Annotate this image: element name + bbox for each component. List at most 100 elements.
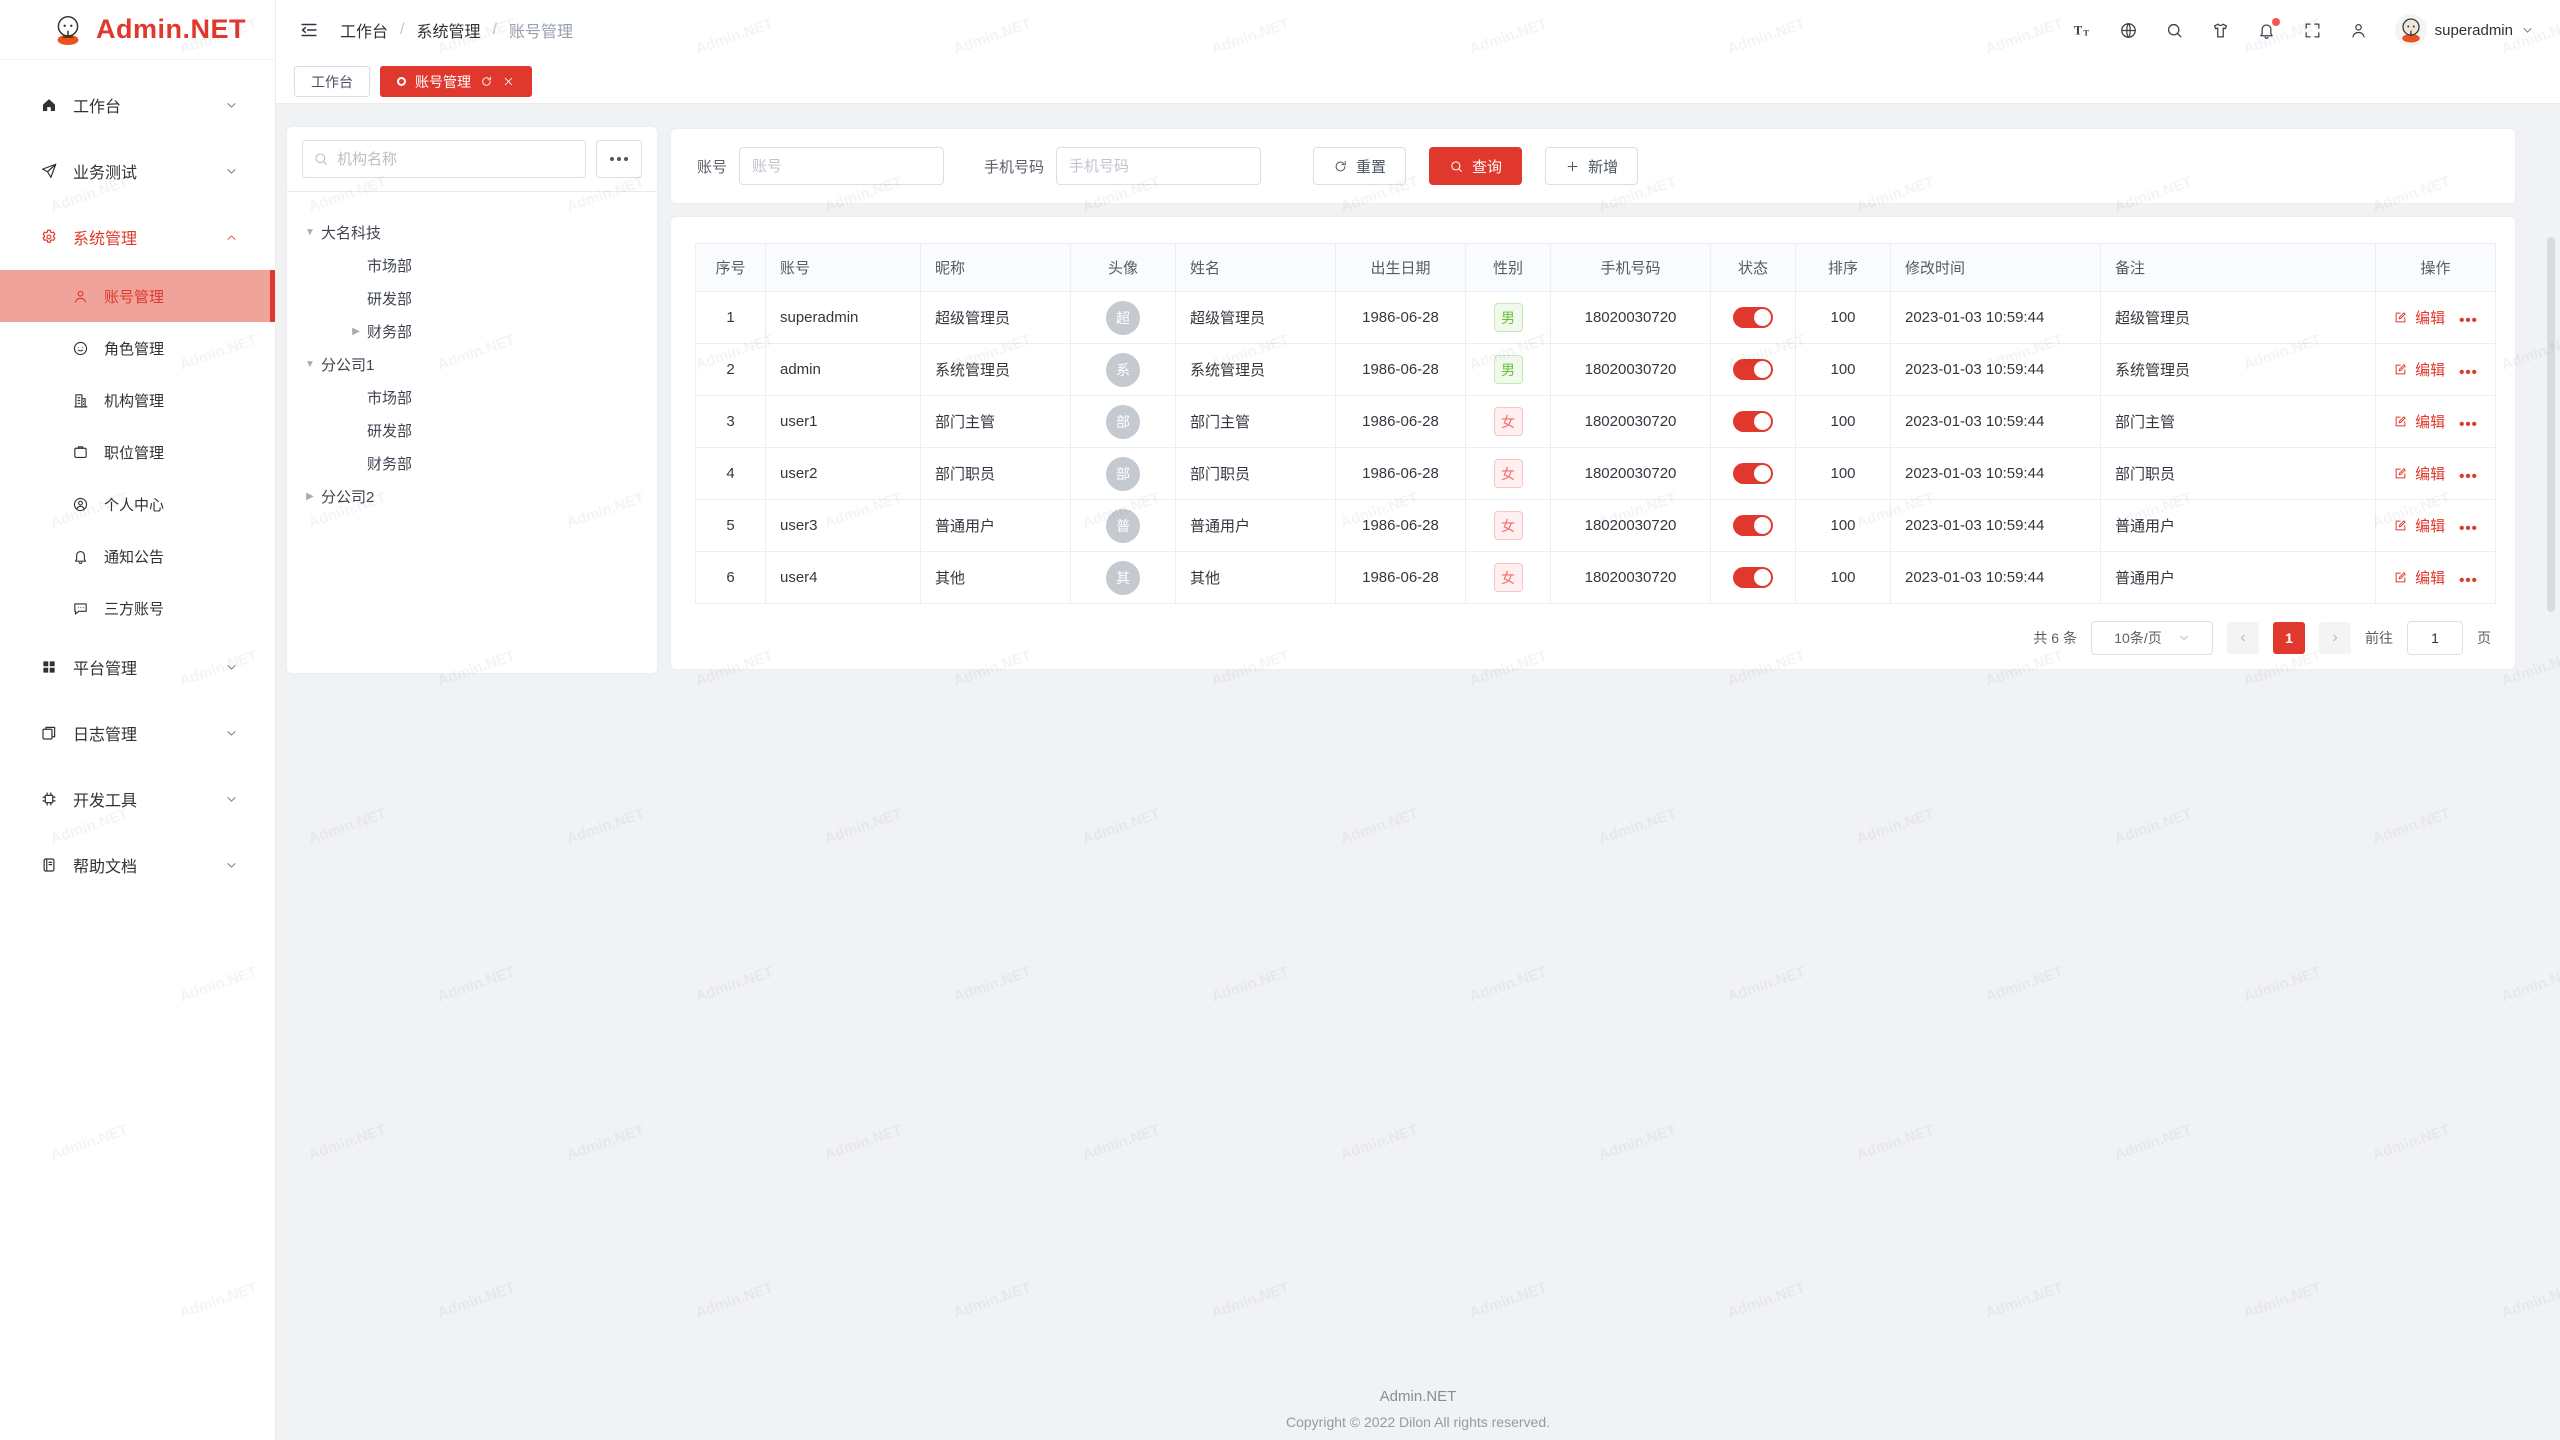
column-header-modified: 修改时间 — [1891, 244, 2101, 292]
cell-phone: 18020030720 — [1551, 292, 1711, 344]
tab-workbench[interactable]: 工作台 — [294, 66, 370, 97]
tree-node-label: 财务部 — [367, 453, 412, 474]
row-more-button[interactable]: ••• — [2459, 312, 2478, 329]
tree-node-5[interactable]: 市场部 — [299, 381, 649, 414]
sidebar-subitem-2-6[interactable]: 三方账号 — [0, 582, 275, 634]
row-more-button[interactable]: ••• — [2459, 416, 2478, 433]
tree-caret-icon[interactable]: ▼ — [299, 227, 321, 238]
sidebar-collapse-button[interactable] — [298, 19, 320, 41]
logo[interactable]: Admin.NET — [0, 0, 275, 60]
sidebar-subitem-2-2[interactable]: 机构管理 — [0, 374, 275, 426]
logo-mascot-icon — [50, 12, 86, 48]
cell-order: 100 — [1796, 552, 1891, 604]
person-icon-button[interactable] — [2349, 21, 2368, 40]
edit-button[interactable]: 编辑 — [2393, 515, 2445, 536]
notification-icon-button[interactable] — [2257, 21, 2276, 40]
user-menu[interactable]: superadmin — [2395, 14, 2534, 46]
sidebar-subitem-2-0[interactable]: 账号管理 — [0, 270, 275, 322]
edit-button[interactable]: 编辑 — [2393, 411, 2445, 432]
table-row: 1superadmin超级管理员超超级管理员1986-06-28男1802003… — [696, 292, 2496, 344]
status-toggle[interactable] — [1733, 307, 1773, 328]
reset-button[interactable]: 重置 — [1313, 147, 1406, 185]
sidebar-item-6[interactable]: 帮助文档 — [0, 832, 275, 898]
row-avatar: 部 — [1106, 405, 1140, 439]
tree-caret-icon[interactable]: ▶ — [299, 491, 321, 502]
row-more-button[interactable]: ••• — [2459, 572, 2478, 589]
scrollbar-thumb[interactable] — [2547, 237, 2555, 612]
footer-app-name: Admin.NET — [276, 1388, 2560, 1405]
language-icon-button[interactable] — [2119, 21, 2138, 40]
page-size-select[interactable]: 10条/页 — [2091, 621, 2213, 655]
footer-copyright: Copyright © 2022 Dilon All rights reserv… — [276, 1414, 2560, 1430]
sidebar-item-2[interactable]: 系统管理 — [0, 204, 275, 270]
font-size-icon-button[interactable]: TT — [2073, 21, 2092, 40]
sidebar-subitem-2-3[interactable]: 职位管理 — [0, 426, 275, 478]
gender-badge: 女 — [1494, 459, 1523, 488]
current-page-button[interactable]: 1 — [2273, 622, 2305, 654]
status-toggle[interactable] — [1733, 463, 1773, 484]
tree-node-label: 财务部 — [367, 321, 412, 342]
search-icon-button[interactable] — [2165, 21, 2184, 40]
theme-icon-button[interactable] — [2211, 21, 2230, 40]
tree-node-0[interactable]: ▼大名科技 — [299, 216, 649, 249]
tree-caret-icon[interactable]: ▶ — [345, 326, 367, 337]
search-button[interactable]: 查询 — [1429, 147, 1522, 185]
column-header-actions: 操作 — [2376, 244, 2496, 292]
filter-bar: 账号 手机号码 重置 查询 新增 — [670, 128, 2516, 204]
account-input[interactable] — [739, 147, 944, 185]
add-button[interactable]: 新增 — [1545, 147, 1638, 185]
tree-more-button[interactable] — [596, 140, 642, 178]
status-toggle[interactable] — [1733, 567, 1773, 588]
org-search-input[interactable] — [337, 151, 575, 168]
tree-caret-icon[interactable]: ▼ — [299, 359, 321, 370]
row-avatar: 部 — [1106, 457, 1140, 491]
prev-page-button[interactable]: ‹ — [2227, 622, 2259, 654]
cell-birthday: 1986-06-28 — [1336, 500, 1466, 552]
sidebar-item-5[interactable]: 开发工具 — [0, 766, 275, 832]
row-more-button[interactable]: ••• — [2459, 520, 2478, 537]
row-more-button[interactable]: ••• — [2459, 468, 2478, 485]
sidebar-item-1[interactable]: 业务测试 — [0, 138, 275, 204]
tree-node-2[interactable]: 研发部 — [299, 282, 649, 315]
edit-button[interactable]: 编辑 — [2393, 463, 2445, 484]
chevron-down-icon — [225, 99, 238, 112]
edit-button[interactable]: 编辑 — [2393, 359, 2445, 380]
tab-account-management[interactable]: 账号管理 — [380, 66, 532, 97]
fullscreen-icon-button[interactable] — [2303, 21, 2322, 40]
row-avatar: 普 — [1106, 509, 1140, 543]
tree-node-1[interactable]: 市场部 — [299, 249, 649, 282]
tab-refresh-icon[interactable] — [480, 75, 493, 88]
sidebar-item-3[interactable]: 平台管理 — [0, 634, 275, 700]
cell-order: 100 — [1796, 344, 1891, 396]
edit-button[interactable]: 编辑 — [2393, 307, 2445, 328]
sidebar-subitem-2-4[interactable]: 个人中心 — [0, 478, 275, 530]
edit-button[interactable]: 编辑 — [2393, 567, 2445, 588]
table-row: 6user4其他其其他1986-06-28女180200307201002023… — [696, 552, 2496, 604]
collapse-icon — [298, 19, 320, 41]
tree-node-7[interactable]: 财务部 — [299, 447, 649, 480]
status-toggle[interactable] — [1733, 515, 1773, 536]
cell-account: admin — [766, 344, 921, 396]
sidebar-item-4[interactable]: 日志管理 — [0, 700, 275, 766]
next-page-button[interactable]: › — [2319, 622, 2351, 654]
status-toggle[interactable] — [1733, 359, 1773, 380]
tree-node-8[interactable]: ▶分公司2 — [299, 480, 649, 513]
tree-node-6[interactable]: 研发部 — [299, 414, 649, 447]
active-tab-dot-icon — [397, 77, 406, 86]
breadcrumb-item-1[interactable]: 系统管理 — [416, 18, 480, 42]
goto-page-input[interactable] — [2407, 621, 2463, 655]
sidebar-subitem-2-5[interactable]: 通知公告 — [0, 530, 275, 582]
status-toggle[interactable] — [1733, 411, 1773, 432]
search-icon — [313, 151, 329, 167]
role-icon — [72, 340, 89, 357]
topbar: 工作台 / 系统管理 / 账号管理 TT — [276, 0, 2560, 60]
row-more-button[interactable]: ••• — [2459, 364, 2478, 381]
column-header-avatar: 头像 — [1071, 244, 1176, 292]
phone-input[interactable] — [1056, 147, 1261, 185]
tree-node-4[interactable]: ▼分公司1 — [299, 348, 649, 381]
tab-close-icon[interactable] — [502, 75, 515, 88]
tree-node-3[interactable]: ▶财务部 — [299, 315, 649, 348]
sidebar-subitem-2-1[interactable]: 角色管理 — [0, 322, 275, 374]
breadcrumb-item-0[interactable]: 工作台 — [340, 18, 388, 42]
sidebar-item-0[interactable]: 工作台 — [0, 72, 275, 138]
